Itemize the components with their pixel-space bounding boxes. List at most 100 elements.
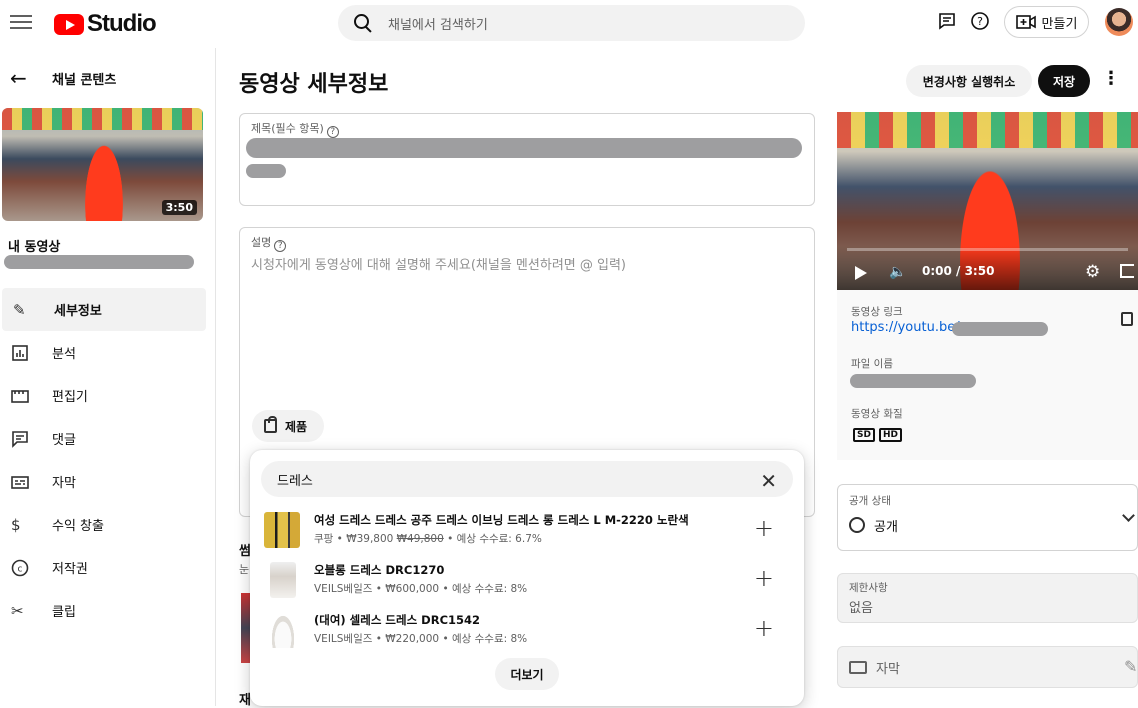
sidebar-nav: ✎ 세부정보 분석 편집기 댓글 자막 $ 수익 창출 c 저작권 ✂ 클립	[0, 288, 216, 632]
subtitles-icon	[849, 661, 867, 674]
product-title: 오블롱 드레스 DRC1270	[314, 563, 445, 577]
scissors-icon: ✂	[11, 601, 24, 620]
subtitles-field[interactable]: 자막 ✎	[837, 646, 1138, 688]
thumbnail-duration: 3:50	[161, 200, 197, 215]
product-chip-button[interactable]: 제품	[252, 410, 324, 442]
sidebar-item-label: 세부정보	[54, 304, 102, 319]
my-video-label: 내 동영상	[8, 240, 61, 255]
close-icon[interactable]: ✕	[760, 469, 777, 493]
back-label[interactable]: 채널 콘텐츠	[52, 69, 116, 88]
sidebar-item-label: 편집기	[52, 390, 88, 405]
play-icon[interactable]	[855, 266, 867, 280]
subtitles-icon	[11, 475, 29, 489]
sidebar-item-label: 분석	[52, 347, 76, 362]
dollar-icon: $	[11, 515, 21, 534]
settings-gear-icon[interactable]: ⚙	[1085, 262, 1100, 282]
restrictions-field: 제한사항 없음	[837, 573, 1138, 623]
restrictions-value: 없음	[849, 601, 873, 616]
sidebar-item-details[interactable]: ✎ 세부정보	[2, 288, 206, 331]
volume-icon[interactable]: 🔈	[889, 264, 906, 280]
channel-search-input[interactable]: 채널에서 검색하기	[338, 5, 805, 41]
sd-quality-badge: SD	[853, 428, 875, 442]
youtube-play-icon	[54, 13, 84, 35]
title-field-label: 제목(필수 항목)?	[251, 120, 339, 138]
product-search-input[interactable]: 드레스 ✕	[261, 461, 793, 497]
copy-icon[interactable]	[1121, 312, 1133, 326]
thumbnail-stage-decor	[2, 108, 203, 130]
add-product-icon[interactable]: +	[754, 514, 774, 542]
product-title: (대여) 셀레스 드레스 DRC1542	[314, 613, 481, 627]
thumbnail-section-desc: 눈	[239, 563, 250, 576]
globe-icon	[849, 517, 865, 533]
description-field-label: 설명?	[251, 234, 287, 252]
video-thumbnail[interactable]: 3:50	[2, 108, 203, 221]
sidebar-item-label: 댓글	[52, 433, 76, 448]
video-add-icon	[1015, 15, 1036, 29]
thumbnail-dancer	[82, 136, 126, 221]
product-image	[270, 612, 296, 648]
visibility-dropdown[interactable]: 공개 상태 공개	[837, 484, 1138, 551]
more-options-icon[interactable]: ⋮	[1102, 68, 1120, 89]
restrictions-label: 제한사항	[849, 582, 888, 594]
sidebar-item-comments[interactable]: 댓글	[0, 417, 216, 460]
menu-icon[interactable]	[10, 12, 32, 30]
comments-icon	[12, 430, 28, 448]
avatar[interactable]	[1105, 8, 1133, 36]
sidebar-item-label: 자막	[52, 476, 76, 491]
top-bar: Studio 채널에서 검색하기 ? 만들기	[0, 0, 1138, 48]
title-field[interactable]: 제목(필수 항목)?	[239, 113, 815, 206]
product-meta: VEILS베일즈 • ₩220,000 • 예상 수수료: 8%	[314, 633, 528, 645]
video-quality-label: 동영상 화질	[851, 408, 903, 420]
hd-quality-badge: HD	[879, 428, 903, 442]
back-arrow-icon[interactable]: ←	[10, 66, 27, 90]
sidebar-item-monetization[interactable]: $ 수익 창출	[0, 503, 216, 546]
feedback-icon[interactable]	[937, 11, 957, 31]
undo-changes-button[interactable]: 변경사항 실행취소	[906, 65, 1032, 97]
product-title: 여성 드레스 드레스 공주 드레스 이브닝 드레스 롱 드레스 L M-2220…	[314, 513, 689, 527]
search-icon	[354, 14, 372, 32]
sidebar-item-label: 수익 창출	[52, 519, 104, 534]
product-image	[270, 562, 296, 598]
add-product-icon[interactable]: +	[754, 614, 774, 642]
fullscreen-icon[interactable]	[1120, 264, 1134, 278]
sidebar-item-analytics[interactable]: 분석	[0, 331, 216, 374]
video-link[interactable]: https://youtu.be/	[851, 320, 960, 335]
svg-text:?: ?	[977, 15, 983, 28]
product-item[interactable]: (대여) 셀레스 드레스 DRC1542 VEILS베일즈 • ₩220,000…	[264, 608, 794, 652]
show-more-button[interactable]: 더보기	[495, 658, 559, 690]
add-product-icon[interactable]: +	[754, 564, 774, 592]
save-button[interactable]: 저장	[1038, 65, 1090, 97]
subtitles-label: 자막	[876, 662, 900, 677]
redacted-title	[246, 138, 802, 158]
sidebar-item-label: 저작권	[52, 562, 88, 577]
product-item[interactable]: 여성 드레스 드레스 공주 드레스 이브닝 드레스 롱 드레스 L M-2220…	[264, 508, 794, 552]
analytics-icon	[12, 344, 28, 361]
player-time: 0:00 / 3:50	[922, 264, 995, 278]
video-player[interactable]: 🔈 0:00 / 3:50 ⚙	[837, 112, 1138, 290]
product-meta: 쿠팡 • ₩39,800 ₩49,800 • 예상 수수료: 6.7%	[314, 533, 542, 545]
chevron-down-icon	[1122, 509, 1135, 522]
sidebar-item-copyright[interactable]: c 저작권	[0, 546, 216, 589]
help-icon[interactable]: ?	[970, 11, 990, 31]
product-search-popup: 드레스 ✕ 여성 드레스 드레스 공주 드레스 이브닝 드레스 롱 드레스 L …	[250, 450, 804, 706]
shopping-bag-icon	[264, 416, 277, 433]
product-meta: VEILS베일즈 • ₩600,000 • 예상 수수료: 8%	[314, 583, 528, 595]
help-icon[interactable]: ?	[274, 240, 287, 252]
help-icon[interactable]: ?	[326, 126, 339, 138]
product-chip-label: 제품	[285, 419, 308, 434]
studio-logo[interactable]: Studio	[54, 10, 157, 38]
sidebar-item-subtitles[interactable]: 자막	[0, 460, 216, 503]
copyright-icon: c	[11, 559, 29, 576]
progress-bar[interactable]	[847, 248, 1128, 251]
product-item[interactable]: 오블롱 드레스 DRC1270 VEILS베일즈 • ₩600,000 • 예상…	[264, 558, 794, 602]
redacted-filename	[850, 374, 976, 388]
description-placeholder: 시청자에게 동영상에 대해 설명해 주세요(채널을 멘션하려면 @ 입력)	[251, 258, 626, 273]
sidebar-item-editor[interactable]: 편집기	[0, 374, 216, 417]
editor-icon	[11, 389, 29, 403]
sidebar-item-clips[interactable]: ✂ 클립	[0, 589, 216, 632]
svg-text:c: c	[18, 564, 23, 574]
create-button[interactable]: 만들기	[1004, 6, 1089, 38]
create-label: 만들기	[1041, 16, 1078, 32]
visibility-value: 공개	[874, 520, 898, 535]
pencil-icon[interactable]: ✎	[1124, 657, 1137, 676]
